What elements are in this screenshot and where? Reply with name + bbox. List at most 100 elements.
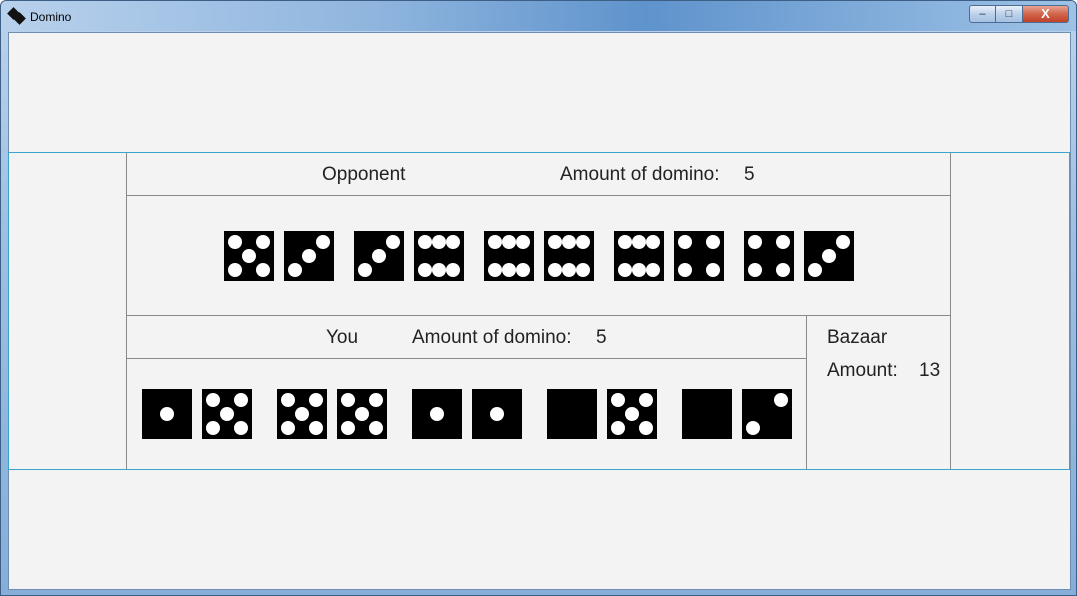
- close-button[interactable]: X: [1023, 5, 1069, 23]
- pip: [808, 263, 822, 277]
- you-amount-label: Amount of domino:: [412, 327, 572, 348]
- pip: [206, 421, 220, 435]
- bazaar-amount-value: 13: [919, 360, 941, 381]
- player-domino-half-9[interactable]: [682, 389, 732, 439]
- player-domino-half-4[interactable]: [337, 389, 387, 439]
- maximize-button[interactable]: □: [996, 5, 1023, 23]
- pip: [386, 235, 400, 249]
- minimize-button[interactable]: –: [969, 5, 996, 23]
- pip: [432, 235, 446, 249]
- pip: [206, 393, 220, 407]
- pip: [678, 263, 692, 277]
- pip: [548, 235, 562, 249]
- pip: [632, 263, 646, 277]
- pip: [256, 235, 270, 249]
- opponent-header-divider: [126, 195, 951, 196]
- pip: [430, 407, 444, 421]
- pip: [281, 393, 295, 407]
- pip: [309, 393, 323, 407]
- pip: [516, 263, 530, 277]
- opponent-domino-half-2: [284, 231, 334, 281]
- pip: [234, 421, 248, 435]
- opponent-domino-half-8: [674, 231, 724, 281]
- pip: [432, 263, 446, 277]
- pip: [281, 421, 295, 435]
- pip: [418, 235, 432, 249]
- opponent-domino-half-3: [354, 231, 404, 281]
- player-domino-half-1[interactable]: [142, 389, 192, 439]
- pip: [358, 263, 372, 277]
- pip: [706, 235, 720, 249]
- pip: [490, 407, 504, 421]
- pip: [822, 249, 836, 263]
- you-title: You: [326, 327, 359, 348]
- pip: [632, 235, 646, 249]
- pip: [516, 235, 530, 249]
- opponent-domino-half-10: [804, 231, 854, 281]
- pip: [611, 393, 625, 407]
- pip: [576, 263, 590, 277]
- pip: [256, 263, 270, 277]
- pip: [418, 263, 432, 277]
- pip: [288, 263, 302, 277]
- pip: [502, 263, 516, 277]
- pip: [228, 235, 242, 249]
- pip: [748, 235, 762, 249]
- title-bar[interactable]: Domino – □ X: [1, 1, 1076, 31]
- opponent-domino-half-1: [224, 231, 274, 281]
- player-domino-half-6[interactable]: [472, 389, 522, 439]
- pip: [488, 235, 502, 249]
- pip: [776, 235, 790, 249]
- pip: [625, 407, 639, 421]
- pip: [369, 421, 383, 435]
- player-domino-half-5[interactable]: [412, 389, 462, 439]
- player-domino-half-10[interactable]: [742, 389, 792, 439]
- pip: [446, 263, 460, 277]
- player-domino-half-7[interactable]: [547, 389, 597, 439]
- opponent-amount-value: 5: [744, 164, 755, 185]
- pip: [302, 249, 316, 263]
- opponent-domino-half-4: [414, 231, 464, 281]
- pip: [295, 407, 309, 421]
- window-title: Domino: [30, 10, 72, 24]
- opponent-amount-label: Amount of domino:: [560, 164, 720, 185]
- you-header-divider: [126, 358, 807, 359]
- pip: [341, 421, 355, 435]
- opponent-title: Opponent: [322, 164, 406, 185]
- pip: [316, 235, 330, 249]
- player-domino-half-3[interactable]: [277, 389, 327, 439]
- pip: [242, 249, 256, 263]
- player-domino-half-2[interactable]: [202, 389, 252, 439]
- you-amount-value: 5: [596, 327, 607, 348]
- pip: [562, 263, 576, 277]
- pip: [776, 263, 790, 277]
- panel-divider: [126, 315, 951, 316]
- opponent-dominoes: [0, 231, 1077, 281]
- pip: [678, 235, 692, 249]
- pip: [446, 235, 460, 249]
- pip: [576, 235, 590, 249]
- pip: [341, 393, 355, 407]
- pip: [369, 393, 383, 407]
- opponent-domino-half-7: [614, 231, 664, 281]
- pip: [372, 249, 386, 263]
- pip: [562, 235, 576, 249]
- bazaar-title[interactable]: Bazaar: [827, 327, 887, 349]
- pip: [774, 393, 788, 407]
- pip: [639, 393, 653, 407]
- pip: [502, 235, 516, 249]
- pip: [611, 421, 625, 435]
- pip: [488, 263, 502, 277]
- pip: [746, 421, 760, 435]
- pip: [160, 407, 174, 421]
- pip: [234, 393, 248, 407]
- pip: [646, 263, 660, 277]
- pip: [548, 263, 562, 277]
- pip: [836, 235, 850, 249]
- bazaar-amount-label: Amount:: [827, 360, 898, 381]
- player-domino-half-8[interactable]: [607, 389, 657, 439]
- pip: [355, 407, 369, 421]
- pip: [618, 235, 632, 249]
- pip: [646, 235, 660, 249]
- pip: [220, 407, 234, 421]
